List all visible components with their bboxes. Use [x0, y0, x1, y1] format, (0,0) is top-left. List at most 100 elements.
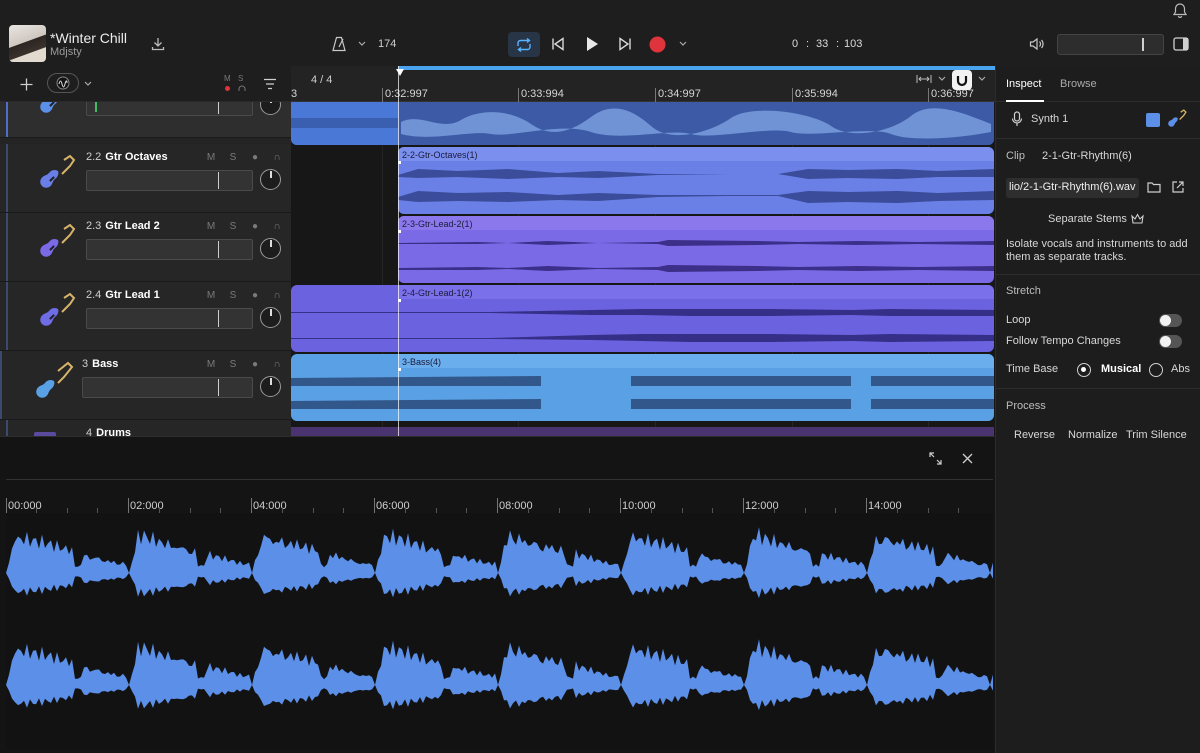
tempo-value[interactable]: 174 [378, 38, 396, 50]
audio-clip[interactable]: 2-4-Gtr-Lead-1(2) [291, 285, 994, 352]
track-volume-fader[interactable] [86, 239, 253, 260]
editor-waveform[interactable] [6, 513, 993, 749]
musical-option-label[interactable]: Musical [1101, 363, 1141, 375]
track-row[interactable] [0, 102, 291, 138]
separate-stems-button[interactable]: Separate Stems [1048, 213, 1127, 225]
close-icon[interactable] [960, 451, 974, 465]
monitor-headphones-icon[interactable]: ∩ [266, 221, 288, 232]
record-icon[interactable] [648, 35, 666, 53]
absolute-radio[interactable] [1149, 363, 1163, 377]
monitor-headphones-icon[interactable]: ∩ [266, 359, 288, 370]
track-name[interactable]: 4 Drums [86, 427, 131, 436]
time-seconds: 33 [816, 38, 829, 50]
track-volume-fader[interactable] [86, 102, 253, 116]
editor-ruler[interactable]: 00:000 02:000 04:000 06:000 08:000 10:00… [6, 479, 993, 514]
metronome-icon[interactable] [330, 35, 348, 53]
audio-clip[interactable]: 2-2-Gtr-Octaves(1) [398, 147, 994, 214]
project-title[interactable]: *Winter Chill [50, 30, 127, 46]
stems-description: Isolate vocals and instruments to add th… [1006, 238, 1188, 263]
loop-region-bar[interactable] [398, 66, 995, 70]
monitor-headphones-icon[interactable]: ∩ [266, 290, 288, 301]
master-volume-slider[interactable] [1057, 34, 1164, 55]
zoom-fit-icon[interactable] [915, 73, 933, 85]
audio-clip[interactable] [291, 427, 994, 436]
folder-icon[interactable] [1146, 180, 1162, 194]
solo-button[interactable]: S [222, 290, 244, 301]
audio-clip[interactable] [291, 102, 994, 145]
normalize-button[interactable]: Normalize [1068, 429, 1118, 441]
mute-button[interactable]: M [200, 359, 222, 370]
chevron-down-icon[interactable] [357, 39, 367, 49]
track-pan-knob[interactable] [260, 376, 281, 397]
guitar-icon [36, 102, 78, 121]
monitor-headphones-icon[interactable]: ∩ [266, 152, 288, 163]
track-row[interactable]: 2.2 Gtr Octaves M S ● ∩ [0, 144, 291, 213]
clip-file-path[interactable]: lio/2-1-Gtr-Rhythm(6).wav [1006, 178, 1139, 198]
track-row[interactable]: 3 Bass M S ● ∩ [0, 351, 291, 420]
track-color-swatch[interactable] [1146, 113, 1160, 127]
volume-level-marker[interactable] [1142, 38, 1144, 51]
track-row[interactable]: 4 Drums [0, 420, 291, 436]
follow-tempo-toggle[interactable] [1159, 335, 1182, 348]
project-avatar[interactable] [9, 25, 46, 62]
snap-magnet-icon[interactable] [952, 70, 972, 90]
reveal-external-icon[interactable] [1171, 180, 1185, 194]
musical-radio[interactable] [1077, 363, 1091, 377]
clip-name[interactable]: 2-1-Gtr-Rhythm(6) [1042, 150, 1132, 162]
download-icon[interactable] [150, 36, 166, 52]
volume-icon[interactable] [1028, 36, 1046, 52]
skip-forward-icon[interactable] [617, 36, 633, 52]
track-row[interactable]: 2.4 Gtr Lead 1 M S ● ∩ [0, 282, 291, 351]
track-name[interactable]: 2.4 Gtr Lead 1 [86, 289, 160, 301]
trim-silence-button[interactable]: Trim Silence [1126, 429, 1187, 441]
skip-back-icon[interactable] [550, 36, 566, 52]
loop-toggle[interactable] [1159, 314, 1182, 327]
track-volume-fader[interactable] [86, 170, 253, 191]
track-volume-fader[interactable] [86, 308, 253, 329]
mute-button[interactable]: M [200, 221, 222, 232]
track-name[interactable]: 2.2 Gtr Octaves [86, 151, 168, 163]
solo-button[interactable]: S [222, 152, 244, 163]
expand-icon[interactable] [928, 451, 942, 465]
chevron-down-icon[interactable] [978, 76, 986, 82]
time-signature[interactable]: 4 / 4 [311, 74, 332, 86]
mute-button[interactable]: M [200, 290, 222, 301]
timeline-ruler[interactable]: 4 / 4 3 0:32:997 0:33:994 0:34:997 0:35:… [291, 66, 995, 102]
chevron-down-icon[interactable] [938, 76, 946, 82]
absolute-option-label[interactable]: Abs [1171, 363, 1190, 375]
arrangement-timeline[interactable]: 4 / 4 3 0:32:997 0:33:994 0:34:997 0:35:… [291, 66, 995, 436]
track-volume-fader[interactable] [82, 377, 253, 398]
track-row[interactable]: 2.3 Gtr Lead 2 M S ● ∩ [0, 213, 291, 282]
mute-button[interactable]: M [200, 152, 222, 163]
audio-clip[interactable]: 3-Bass(4) [291, 354, 994, 421]
track-pan-knob[interactable] [260, 102, 281, 115]
track-pan-knob[interactable] [260, 238, 281, 259]
add-track-icon[interactable] [18, 76, 34, 92]
playhead-line[interactable] [398, 66, 399, 436]
record-arm-button[interactable]: ● [244, 221, 266, 232]
sidebar-toggle-icon[interactable] [1172, 36, 1189, 52]
tab-inspect[interactable]: Inspect [1006, 78, 1041, 90]
chevron-down-icon[interactable] [83, 79, 93, 89]
record-options-chevron-icon[interactable] [678, 39, 688, 49]
track-options-menu-icon[interactable] [262, 77, 278, 91]
instrument-name[interactable]: Synth 1 [1031, 113, 1068, 125]
track-pan-knob[interactable] [260, 169, 281, 190]
solo-button[interactable]: S [222, 359, 244, 370]
record-arm-button[interactable]: ● [244, 359, 266, 370]
audio-clip[interactable]: 2-3-Gtr-Lead-2(1) [398, 216, 994, 283]
track-name[interactable]: 3 Bass [82, 358, 118, 370]
play-icon[interactable] [584, 36, 600, 52]
solo-button[interactable]: S [222, 221, 244, 232]
loop-button[interactable] [508, 32, 540, 57]
record-arm-button[interactable]: ● [244, 152, 266, 163]
record-arm-button[interactable]: ● [244, 290, 266, 301]
notification-bell-icon[interactable] [1172, 3, 1188, 19]
guitar-icon [36, 292, 78, 334]
tab-browse[interactable]: Browse [1060, 78, 1097, 90]
track-pan-knob[interactable] [260, 307, 281, 328]
track-name[interactable]: 2.3 Gtr Lead 2 [86, 220, 160, 232]
headphones-icon [237, 84, 246, 93]
automation-toggle[interactable] [47, 73, 79, 93]
reverse-button[interactable]: Reverse [1014, 429, 1055, 441]
